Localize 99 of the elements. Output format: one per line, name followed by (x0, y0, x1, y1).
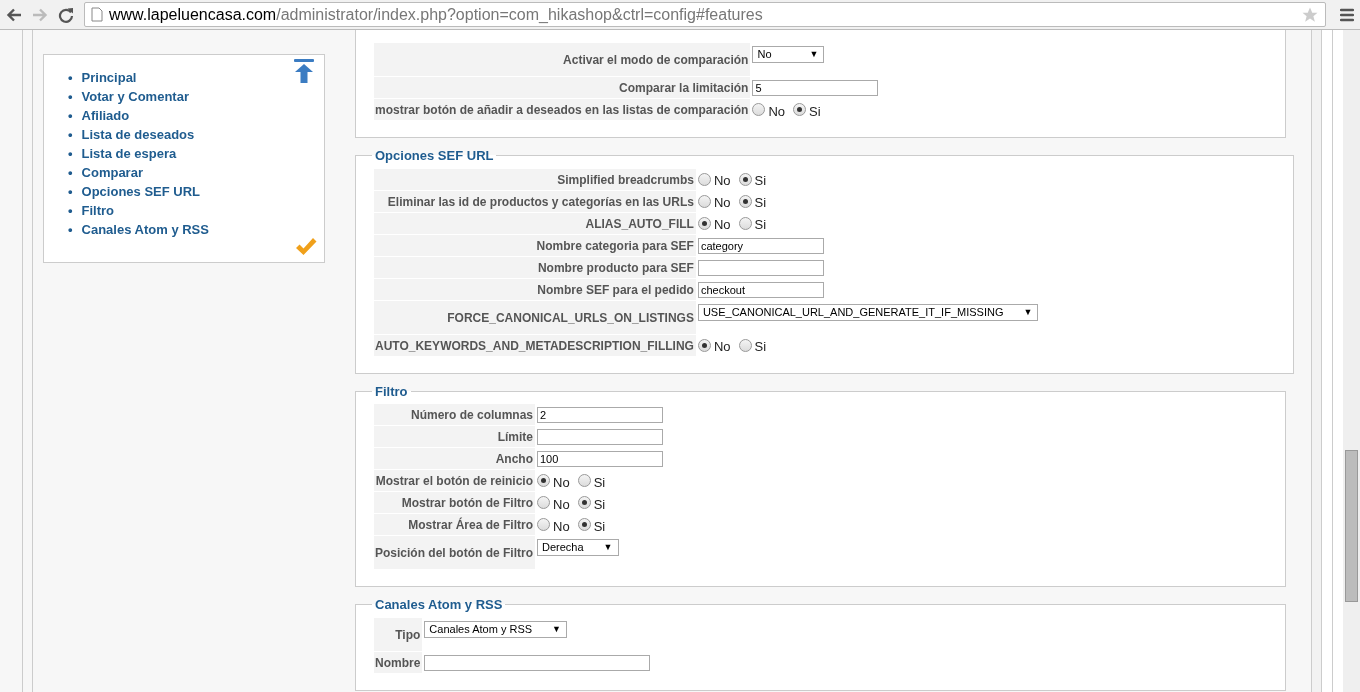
radio-button[interactable] (697, 338, 711, 352)
radio-label: Si (754, 217, 767, 232)
input-field[interactable]: 5 (752, 80, 879, 96)
radio-label: Si (593, 518, 606, 534)
radio-label: Si (593, 496, 606, 512)
dropdown-arrow-icon: ▼ (809, 47, 819, 62)
bullet: • (68, 107, 73, 125)
reload-icon[interactable] (58, 6, 74, 23)
field-label: Límite (497, 430, 533, 444)
dropdown-arrow-icon: ▼ (552, 621, 561, 637)
sidebar-link[interactable]: Lista de deseados (81, 125, 195, 144)
input-field[interactable]: checkout (697, 281, 824, 298)
field-label: Eliminar las id de productos y categorías en las URLs (387, 194, 694, 209)
radio-button[interactable] (537, 518, 550, 531)
field-label: Nombre producto para SEF (537, 260, 694, 275)
bullet: • (68, 88, 73, 106)
radio-button[interactable] (537, 496, 550, 509)
sidebar-link[interactable]: Lista de espera (81, 144, 177, 163)
radio-label: Si (754, 173, 767, 188)
radio-button[interactable] (738, 338, 752, 352)
section-title: Canales Atom y RSS (374, 596, 504, 614)
input-field[interactable]: category (697, 237, 824, 254)
input-field[interactable]: 100 (537, 451, 663, 467)
field-label: AUTO_KEYWORDS_AND_METADESCRIPTION_FILLING (375, 338, 694, 353)
sidebar-link[interactable]: Votar y Comentar (81, 87, 189, 106)
scroll-top-icon[interactable] (292, 58, 316, 84)
input-field[interactable] (424, 654, 651, 671)
field-label: mostrar botón de añadir a deseados en las listas de comparación (375, 103, 749, 117)
bullet: • (68, 126, 73, 144)
sidebar-link[interactable]: Afiliado (81, 106, 130, 125)
menu-icon[interactable] (1340, 7, 1354, 22)
radio-label: No (553, 518, 570, 534)
radio-button[interactable] (738, 194, 752, 208)
bullet: • (68, 164, 73, 182)
sidebar-link[interactable]: Canales Atom y RSS (81, 220, 209, 239)
url-text: www.lapeluencasa.com/administrator/index.php?option=com_hikashop&ctrl=config#features (109, 4, 763, 25)
field-label: Mostrar botón de Filtro (401, 496, 533, 510)
sidebar-link[interactable]: Opciones SEF URL (81, 182, 201, 201)
field-label: Tipo (395, 627, 421, 642)
dropdown[interactable]: No ▼ (752, 46, 825, 63)
radio-label: Si (754, 195, 767, 210)
radio-label: No (713, 173, 731, 188)
bullet: • (68, 183, 73, 201)
bullet: • (68, 221, 73, 239)
field-label: Mostrar el botón de reinicio (375, 474, 533, 488)
address-bar[interactable]: www.lapeluencasa.com/administrator/index.php?option=com_hikashop&ctrl=config#features (84, 2, 1326, 27)
radio-button[interactable] (577, 474, 591, 487)
page-icon (91, 7, 103, 22)
field-label: Ancho (495, 452, 533, 466)
radio-button[interactable] (577, 496, 591, 509)
field-label: Activar el modo de comparación (563, 53, 749, 67)
radio-button[interactable] (537, 474, 550, 487)
radio-label: No (768, 103, 786, 119)
bullet: • (68, 202, 73, 220)
scrollbar[interactable] (1343, 30, 1360, 692)
dropdown[interactable]: USE_CANONICAL_URL_AND_GENERATE_IT_IF_MISSING ▼ (697, 303, 1039, 321)
dropdown[interactable]: Canales Atom y RSS ▼ (424, 620, 567, 638)
field-label: Número de columnas (410, 408, 533, 422)
radio-label: No (553, 496, 570, 512)
dropdown-arrow-icon: ▼ (603, 540, 613, 555)
sidebar-link[interactable]: Filtro (81, 201, 115, 220)
field-label: Nombre categoria para SEF (536, 238, 694, 253)
forward-icon[interactable] (32, 7, 48, 22)
field-label: Nombre (375, 655, 421, 670)
input-field[interactable] (697, 259, 824, 276)
field-label: ALIAS_AUTO_FILL (585, 216, 694, 231)
radio-button[interactable] (577, 518, 591, 531)
section-title: Filtro (374, 382, 409, 401)
dropdown-arrow-icon: ▼ (1023, 304, 1033, 320)
radio-label: No (713, 339, 731, 354)
radio-label: No (553, 474, 570, 490)
radio-label: No (713, 195, 731, 210)
section-title: Opciones SEF URL (374, 147, 495, 165)
radio-button[interactable] (697, 172, 711, 186)
dropdown[interactable]: Derecha ▼ (537, 539, 619, 556)
radio-label: Si (754, 339, 767, 354)
input-field[interactable] (537, 429, 663, 445)
radio-button[interactable] (697, 216, 711, 230)
radio-button[interactable] (697, 194, 711, 208)
radio-button[interactable] (738, 172, 752, 186)
field-label: Posición del botón de Filtro (375, 546, 533, 560)
back-icon[interactable] (6, 7, 22, 22)
bullet: • (68, 145, 73, 163)
radio-label: No (713, 217, 731, 232)
radio-label: Si (593, 474, 606, 490)
input-field[interactable]: 2 (537, 407, 663, 423)
checkmark-icon (294, 237, 318, 257)
bullet: • (68, 69, 73, 87)
field-label: Nombre SEF para el pedido (537, 282, 694, 297)
radio-label: Si (809, 103, 821, 119)
sidebar-link[interactable]: Comparar (81, 163, 143, 182)
field-label: Simplified breadcrumbs (557, 172, 694, 187)
field-label: FORCE_CANONICAL_URLS_ON_LISTINGS (447, 310, 694, 325)
radio-button[interactable] (793, 103, 807, 116)
sidebar-link[interactable]: Principal (81, 68, 137, 87)
radio-button[interactable] (738, 216, 752, 230)
radio-button[interactable] (752, 103, 766, 116)
field-label: Mostrar Área de Filtro (408, 518, 533, 532)
field-label: Comparar la limitación (619, 81, 749, 95)
